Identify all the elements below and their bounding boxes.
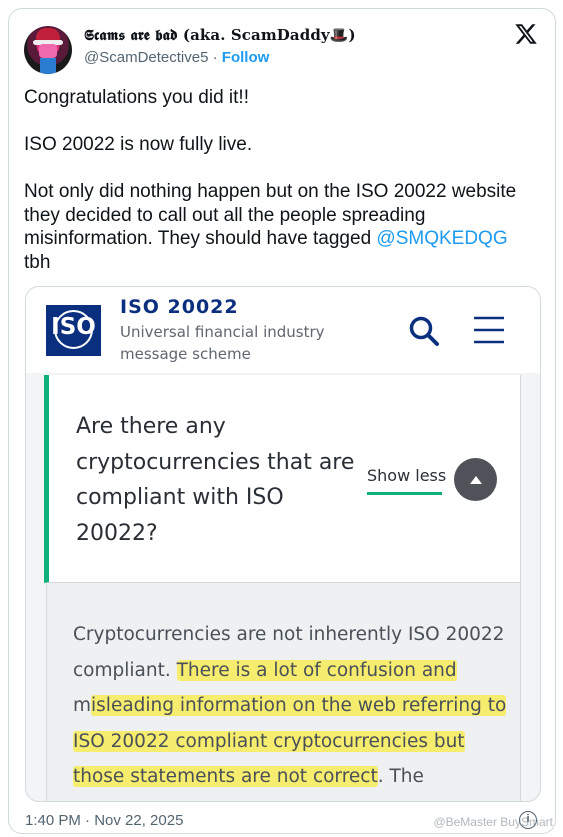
author-handle[interactable]: @ScamDetective5 <box>84 49 208 66</box>
show-less-underline <box>367 492 442 495</box>
author-handle-row: @ScamDetective5 · Follow <box>84 49 269 66</box>
santa-hat-icon <box>33 28 63 45</box>
follow-button[interactable]: Follow <box>222 49 270 66</box>
mention-link[interactable]: @SMQKEDQG <box>376 228 507 249</box>
iso-site-header: ISO ISO 20022 Universal financial indust… <box>26 287 540 373</box>
collapse-button <box>454 458 497 501</box>
search-icon <box>409 316 439 346</box>
separator: · <box>208 49 222 66</box>
tweet-body-end: tbh <box>24 251 51 273</box>
tweet-text: Congratulations you did it!! ISO 20022 i… <box>24 86 544 274</box>
hamburger-menu-icon <box>474 316 504 344</box>
faq-answer-text: Cryptocurrencies are not inherently ISO … <box>73 624 507 787</box>
x-logo-icon[interactable] <box>514 22 538 46</box>
show-less-link: Show less <box>367 466 447 485</box>
tweet-body: Congratulations you did it!! ISO 20022 i… <box>24 87 517 249</box>
info-icon[interactable]: i <box>519 811 537 829</box>
chevron-up-icon <box>469 475 482 484</box>
avatar[interactable] <box>24 26 72 74</box>
author-display-name[interactable]: 𝕾𝖈𝖆𝖒𝖘 𝖆𝖗𝖊 𝖇𝖆𝖉 (aka. ScamDaddy🎩) <box>84 26 356 44</box>
faq-question-card: Are there any cryptocurrencies that are … <box>44 375 521 583</box>
highlighted-text: There is a lot of confusion and <box>176 659 457 681</box>
iso-logo: ISO <box>46 305 101 356</box>
tweet-timestamp[interactable]: 1:40 PM · Nov 22, 2025 <box>25 812 183 829</box>
iso-site-subtitle: Universal financial industry message sch… <box>120 323 325 363</box>
faq-answer: Cryptocurrencies are not inherently ISO … <box>46 583 521 801</box>
highlighted-text: isleading information on the web referri… <box>73 695 507 787</box>
iso-site-title: ISO 20022 <box>120 296 239 318</box>
attached-screenshot[interactable]: ISO ISO 20022 Universal financial indust… <box>25 286 541 802</box>
faq-question: Are there any cryptocurrencies that are … <box>76 414 355 546</box>
tweet-card: 𝕾𝖈𝖆𝖒𝖘 𝖆𝖗𝖊 𝖇𝖆𝖉 (aka. ScamDaddy🎩) @ScamDet… <box>8 8 556 834</box>
